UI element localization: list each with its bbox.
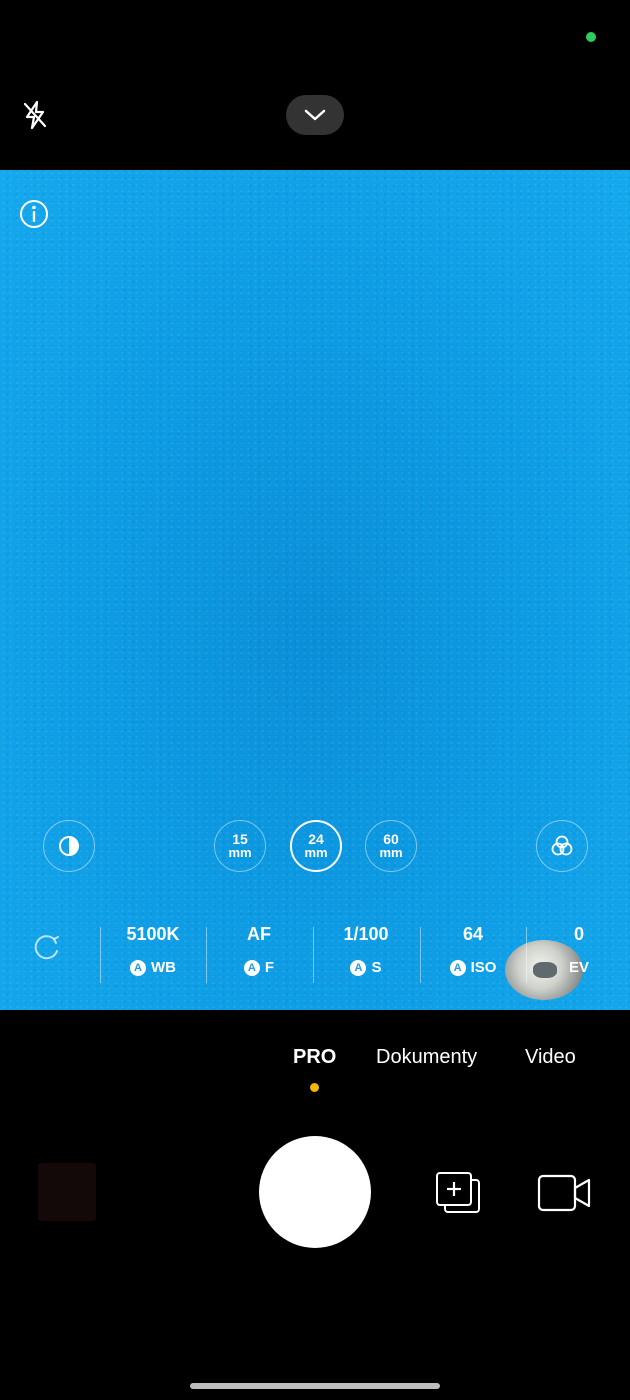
collapse-settings-button[interactable]: [286, 95, 344, 135]
home-indicator[interactable]: [190, 1383, 440, 1389]
gallery-thumbnail[interactable]: [38, 1163, 96, 1221]
param-label-text: F: [264, 959, 275, 976]
param-label: A WB: [130, 959, 176, 976]
param-label: A ISO: [449, 959, 497, 976]
param-value: 1/100: [343, 924, 389, 944]
mode-video[interactable]: Video: [525, 1046, 576, 1069]
auto-badge: A: [449, 959, 466, 976]
lens-60mm-button[interactable]: 60 mm: [365, 820, 417, 872]
chevron-down-icon: [304, 109, 326, 121]
param-label-text: S: [371, 959, 382, 976]
auto-badge: A: [243, 959, 260, 976]
param-value: AF: [247, 924, 271, 944]
param-label-text: EV: [568, 959, 589, 976]
shutter-speed-setting[interactable]: 1/100 A S: [313, 921, 419, 983]
param-label: A F: [243, 959, 275, 976]
iso-setting[interactable]: 64 A ISO: [420, 921, 526, 983]
white-balance-setting[interactable]: 5100K A WB: [100, 921, 206, 983]
active-mode-indicator: [310, 1083, 319, 1092]
mode-pro[interactable]: PRO: [293, 1046, 336, 1069]
param-value: 5100K: [126, 924, 180, 944]
pro-settings-bar: 5100K A WB AF A F 1/100 A S 64 A ISO 0 E…: [0, 915, 630, 995]
lens-unit: mm: [379, 845, 403, 860]
shutter-button[interactable]: [259, 1136, 371, 1248]
auto-badge: A: [350, 959, 367, 976]
param-label-text: ISO: [470, 959, 497, 976]
param-value: 64: [462, 924, 484, 944]
lens-unit: mm: [304, 845, 328, 860]
camera-viewfinder[interactable]: 15 mm 24 mm 60 mm 5100K A WB AF A F 1/10…: [0, 170, 630, 1010]
mode-dokumenty[interactable]: Dokumenty: [376, 1046, 477, 1069]
add-photo-icon[interactable]: [432, 1170, 486, 1216]
lens-15mm-button[interactable]: 15 mm: [214, 820, 266, 872]
filters-icon[interactable]: [536, 820, 588, 872]
param-label: EV: [569, 959, 589, 976]
viewfinder-texture: [0, 170, 630, 1010]
camera-screen: 15 mm 24 mm 60 mm 5100K A WB AF A F 1/10…: [0, 0, 630, 1400]
focus-setting[interactable]: AF A F: [206, 921, 312, 983]
contrast-icon[interactable]: [43, 820, 95, 872]
flash-off-icon[interactable]: [18, 98, 52, 132]
lens-unit: mm: [228, 845, 252, 860]
camera-mode-selector: PRO Dokumenty Video: [0, 1040, 630, 1100]
param-label-text: WB: [151, 959, 176, 976]
info-icon[interactable]: [17, 197, 51, 231]
auto-badge: A: [130, 959, 146, 976]
param-value: 0: [573, 924, 584, 944]
lens-24mm-button[interactable]: 24 mm: [290, 820, 342, 872]
video-camera-icon[interactable]: [536, 1172, 594, 1214]
exposure-setting[interactable]: 0 EV: [526, 921, 630, 983]
reset-icon[interactable]: [28, 929, 66, 967]
param-label: A S: [350, 959, 382, 976]
privacy-indicator-dot: [586, 32, 596, 42]
